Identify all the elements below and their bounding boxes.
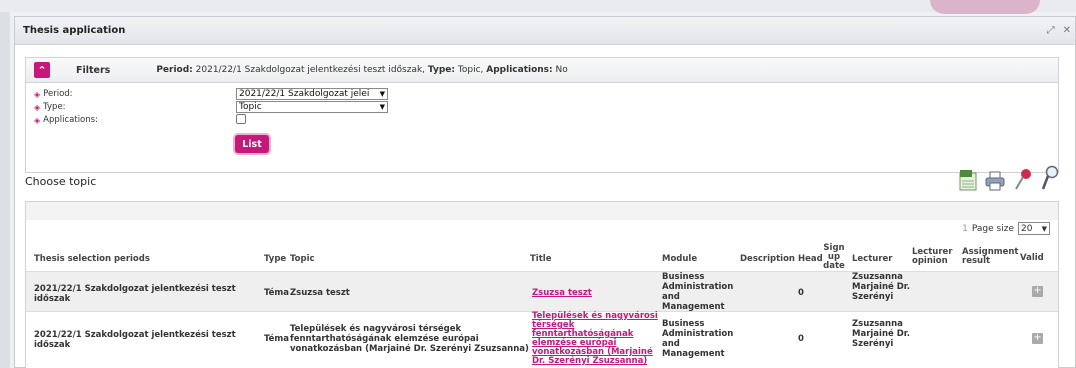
cell-lecturer: Zsuzsanna Marjainé Dr. Szerényi [852,272,910,302]
header-lecturer-opinion[interactable]: Lecturer opinion [912,248,954,266]
table-toolbar [26,202,1058,220]
header-signup-date[interactable]: Sign up date [823,244,845,271]
background-top [0,0,1076,12]
filter-panel: ◈ Period: 2021/22/1 Szakdolgozat jelei ▼ … [25,83,1059,173]
list-button[interactable]: List [235,135,269,153]
cell-type: Téma [264,334,290,344]
plus-icon[interactable]: + [1032,333,1043,344]
filter-toggle-icon[interactable]: ⌃ [34,62,50,78]
cell-type: Téma [264,288,290,298]
applications-filter-row: ◈ Applications: [34,115,98,125]
applications-label: Applications: [43,115,98,125]
choose-topic-heading: Choose topic [25,175,97,188]
cell-module: Business Administration and Management [662,272,734,312]
filters-label: Filters [76,64,111,76]
header-title[interactable]: Title [530,254,551,264]
thesis-application-window: Thesis application ⤢ ✕ ⌃ Filters Period:… [14,16,1076,368]
topics-table: 1 Page size 20 ▼ Thesis selection periods… [25,201,1059,368]
background-decoration [930,0,1040,14]
cell-title-link[interactable]: Települések és nagyvárosi térségek fennt… [532,312,658,366]
excel-export-icon[interactable] [959,169,977,191]
header-topic[interactable]: Topic [290,254,315,264]
header-period[interactable]: Thesis selection periods [34,254,150,264]
chevron-down-icon: ▼ [379,103,385,111]
page-size-select[interactable]: 20 ▼ [1018,222,1050,235]
period-label: Period: [43,89,73,99]
expand-icon[interactable]: ⤢ [1047,25,1055,36]
type-filter-row: ◈ Type: [34,102,66,112]
page-size-label: Page size [971,223,1014,234]
header-module[interactable]: Module [662,254,697,264]
cell-head: 0 [798,334,804,344]
cell-period: 2021/22/1 Szakdolgozat jelentkezési tesz… [34,330,236,350]
period-select[interactable]: 2021/22/1 Szakdolgozat jelei ▼ [236,88,388,100]
header-valid[interactable]: Valid [1020,253,1044,263]
table-row[interactable]: 2021/22/1 Szakdolgozat jelentkezési tesz… [26,272,1058,312]
table-row[interactable]: 2021/22/1 Szakdolgozat jelentkezési tesz… [26,312,1058,366]
action-toolbar [959,165,1059,191]
type-label: Type: [43,102,66,112]
chevron-down-icon: ▼ [379,90,385,98]
print-icon[interactable] [985,171,1005,191]
pin-icon[interactable] [1013,167,1033,191]
filters-summary: Period: 2021/22/1 Szakdolgozat jelentkez… [156,65,568,75]
type-select[interactable]: Topic ▼ [236,101,388,113]
close-icon[interactable]: ✕ [1063,25,1071,36]
table-header: Thesis selection periods Type Topic Titl… [26,244,1058,272]
cell-title-link[interactable]: Zsuzsa teszt [532,288,592,298]
required-marker-icon: ◈ [34,102,41,112]
header-assignment-result[interactable]: Assignment result [962,248,1018,266]
window-titlebar: Thesis application ⤢ ✕ [15,17,1075,45]
applications-checkbox[interactable] [236,114,246,124]
header-head[interactable]: Head [798,254,823,264]
background-left [0,0,10,368]
header-description[interactable]: Description [740,254,795,264]
window-title: Thesis application [23,25,126,36]
page-number[interactable]: 1 [962,224,968,234]
cell-period: 2021/22/1 Szakdolgozat jelentkezési tesz… [34,284,236,304]
header-lecturer[interactable]: Lecturer [852,254,892,264]
cell-topic: Zsuzsa teszt [290,288,350,298]
cell-head: 0 [798,288,804,298]
required-marker-icon: ◈ [34,115,41,125]
pager: 1 Page size 20 ▼ [962,222,1050,235]
cell-topic: Települések és nagyvárosi térségek fennt… [290,324,529,354]
chevron-down-icon: ▼ [1041,224,1047,233]
plus-icon[interactable]: + [1032,286,1043,297]
search-icon[interactable] [1041,165,1059,191]
required-marker-icon: ◈ [34,89,41,99]
cell-module: Business Administration and Management [662,319,734,359]
filters-bar: ⌃ Filters Period: 2021/22/1 Szakdolgozat… [25,57,1059,83]
period-filter-row: ◈ Period: [34,89,73,99]
cell-lecturer: Zsuzsanna Marjainé Dr. Szerényi [852,319,910,349]
header-type[interactable]: Type [264,254,286,264]
